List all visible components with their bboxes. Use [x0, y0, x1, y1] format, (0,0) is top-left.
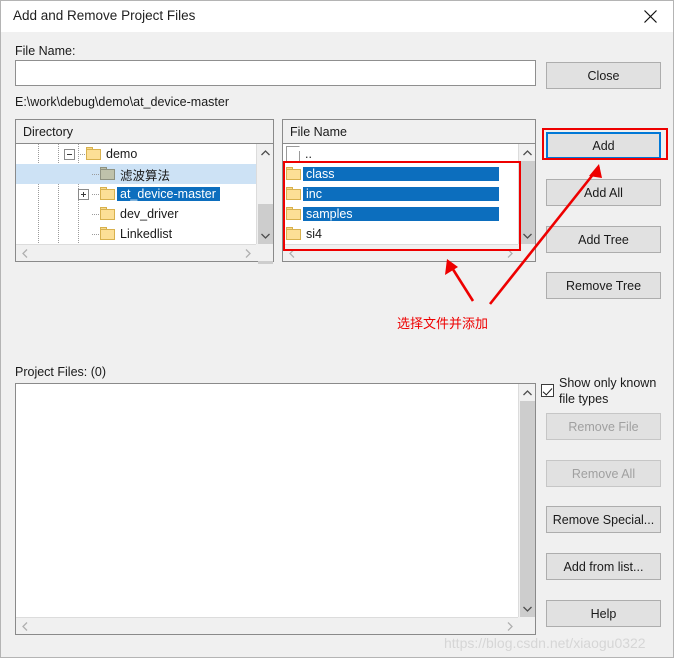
folder-icon — [86, 147, 102, 161]
window-title: Add and Remove Project Files — [13, 8, 196, 23]
project-files-panel — [15, 383, 536, 635]
tree-connector — [92, 173, 100, 175]
project-files-list[interactable] — [16, 384, 535, 634]
remove-tree-button[interactable]: Remove Tree — [546, 272, 661, 299]
project-horizontal-scrollbar[interactable] — [16, 617, 518, 634]
close-icon — [644, 9, 657, 23]
directory-row-label: at_device-master — [117, 187, 220, 201]
file-list-row[interactable]: class — [283, 164, 535, 184]
scroll-corner — [518, 617, 535, 634]
file-panel-header: File Name — [283, 120, 535, 144]
file-row-label: class — [303, 167, 499, 181]
tree-connector — [78, 153, 86, 155]
close-button-main[interactable]: Close — [546, 62, 661, 89]
scroll-up-icon[interactable] — [519, 384, 536, 401]
remove-all-button[interactable]: Remove All — [546, 460, 661, 487]
directory-row-label: dev_driver — [120, 207, 179, 221]
scroll-thumb[interactable] — [520, 401, 535, 617]
help-button[interactable]: Help — [546, 600, 661, 627]
add-remove-project-files-dialog: Add and Remove Project Files File Name: … — [0, 0, 674, 658]
file-vertical-scrollbar[interactable] — [518, 144, 535, 244]
scroll-corner — [518, 244, 535, 261]
add-from-list-button[interactable]: Add from list... — [546, 553, 661, 580]
file-horizontal-scrollbar[interactable] — [283, 244, 518, 261]
title-bar: Add and Remove Project Files — [1, 1, 673, 32]
directory-row-label: demo — [106, 147, 138, 161]
show-only-known-file-types-checkbox[interactable]: Show only known file types — [541, 375, 671, 407]
scroll-left-icon[interactable] — [16, 245, 33, 262]
directory-panel-header: Directory — [16, 120, 273, 144]
folder-icon — [286, 167, 302, 181]
directory-row-label: Linkedlist — [120, 227, 173, 241]
directory-tree-row[interactable]: demo — [16, 144, 273, 164]
checkbox-box[interactable] — [541, 384, 554, 397]
directory-vertical-scrollbar[interactable] — [256, 144, 274, 264]
directory-tree-row[interactable]: 滤波算法 — [16, 164, 273, 184]
file-name-input[interactable] — [15, 60, 536, 86]
scroll-down-icon[interactable] — [519, 227, 536, 244]
add-button[interactable]: Add — [546, 132, 661, 159]
remove-file-button[interactable]: Remove File — [546, 413, 661, 440]
directory-tree-row[interactable]: at_device-master — [16, 184, 273, 204]
current-path-label: E:\work\debug\demo\at_device-master — [15, 95, 229, 109]
file-list-row[interactable]: samples — [283, 204, 535, 224]
scroll-right-icon[interactable] — [239, 245, 256, 262]
file-list-row[interactable]: inc — [283, 184, 535, 204]
scroll-right-icon[interactable] — [501, 245, 518, 262]
remove-special-button[interactable]: Remove Special... — [546, 506, 661, 533]
add-tree-button[interactable]: Add Tree — [546, 226, 661, 253]
project-files-label: Project Files: (0) — [15, 365, 106, 379]
directory-tree-row[interactable]: Linkedlist — [16, 224, 273, 244]
folder-icon — [100, 207, 116, 221]
file-name-panel: File Name ..classincsamplessi4src — [282, 119, 536, 262]
scroll-left-icon[interactable] — [16, 618, 33, 635]
file-header-label: File Name — [290, 124, 347, 139]
directory-row-label: 滤波算法 — [120, 168, 171, 183]
file-row-label: .. — [305, 147, 312, 161]
checkbox-label: Show only known file types — [559, 376, 657, 406]
folder-icon — [286, 227, 302, 241]
scroll-down-icon[interactable] — [257, 227, 274, 244]
folder-icon — [286, 207, 302, 221]
scroll-left-icon[interactable] — [283, 245, 300, 262]
scroll-up-icon[interactable] — [519, 144, 536, 161]
directory-panel: Directory demo 滤波算法 at_device-master dev_dr… — [15, 119, 274, 264]
tree-connector — [92, 193, 100, 195]
project-vertical-scrollbar[interactable] — [518, 384, 535, 617]
file-row-label: si4 — [306, 227, 322, 241]
directory-tree-row[interactable]: dev_driver — [16, 204, 273, 224]
collapse-node-icon[interactable] — [64, 148, 75, 160]
folder-icon — [100, 187, 116, 201]
dialog-body: File Name: E:\work\debug\demo\at_device-… — [1, 32, 673, 657]
scroll-right-icon[interactable] — [501, 618, 518, 635]
file-row-label: inc — [303, 187, 499, 201]
file-list-row[interactable]: si4 — [283, 224, 535, 244]
directory-header-label: Directory — [23, 124, 74, 139]
tree-connector — [92, 233, 100, 235]
folder-icon — [100, 227, 116, 241]
file-list-row[interactable]: .. — [283, 144, 535, 164]
scroll-up-icon[interactable] — [257, 144, 274, 161]
scroll-corner — [256, 244, 273, 261]
file-name-label: File Name: — [15, 44, 76, 58]
scroll-down-icon[interactable] — [519, 600, 536, 617]
expand-node-icon[interactable] — [78, 188, 89, 200]
tree-connector — [92, 213, 100, 215]
folder-icon — [286, 187, 302, 201]
add-all-button[interactable]: Add All — [546, 179, 661, 206]
file-row-label: samples — [303, 207, 499, 221]
page-icon — [286, 146, 300, 162]
directory-horizontal-scrollbar[interactable] — [16, 244, 256, 261]
folder-icon-gray — [100, 167, 116, 181]
close-button[interactable] — [628, 1, 673, 31]
